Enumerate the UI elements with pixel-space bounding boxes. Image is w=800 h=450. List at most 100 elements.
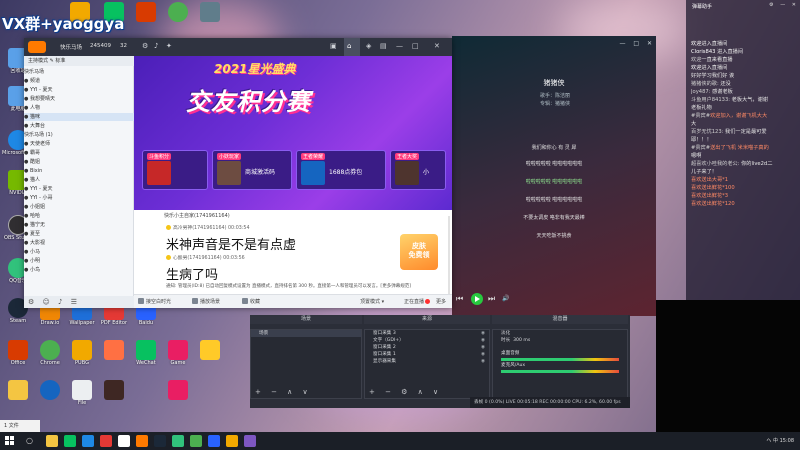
chat-scrollbar[interactable] (448, 216, 450, 296)
taskbar-douyu-icon[interactable] (136, 435, 148, 447)
visibility-eye-icon[interactable]: ◉ (481, 330, 485, 337)
reward-card[interactable]: 小妖玩家 商城激活码 (212, 150, 292, 190)
desktop-icon-chrome-2[interactable]: Chrome (34, 340, 66, 366)
channel-row[interactable]: ● 人物 (24, 104, 134, 112)
chat-settings-icon[interactable]: ⚙ (769, 2, 773, 8)
taskbar-search-icon[interactable]: ○ (26, 436, 33, 445)
small-window[interactable]: 1 文件 (0, 420, 40, 432)
gamepad-icon[interactable]: ◈ (366, 42, 371, 50)
music-minimize-button[interactable]: — (619, 40, 625, 47)
channel-row[interactable]: ● 夏至 (24, 230, 134, 238)
channel-row[interactable]: ● Bixin (24, 167, 134, 175)
taskbar-steam-icon[interactable] (154, 435, 166, 447)
pin-icon[interactable]: ✦ (166, 42, 172, 50)
channel-row[interactable]: ● 大影视 (24, 239, 134, 247)
desktop-icon-pdf-2[interactable] (98, 340, 130, 360)
channel-row[interactable]: ● 霸哥 (24, 149, 134, 157)
minimize-button[interactable]: — (396, 42, 403, 50)
channel-row[interactable]: ● YYI - 夏天 (24, 86, 134, 94)
desktop-icon-folder[interactable] (2, 380, 34, 400)
obs-source-item[interactable]: 显示器采集 ◉ (365, 358, 489, 365)
taskbar-explorer-icon[interactable] (46, 435, 58, 447)
channel-row[interactable]: ● YYI - 小哥 (24, 194, 134, 202)
taskbar-app-icon[interactable] (244, 435, 256, 447)
channel-row[interactable]: ● 酷姐 (24, 158, 134, 166)
reward-card[interactable]: 斗鱼积分 (142, 150, 208, 190)
share-button[interactable]: 接空白时光 (138, 298, 171, 305)
desktop-icon-file-2[interactable]: File (66, 380, 98, 406)
system-tray[interactable]: ヘ 中 15:08 (766, 437, 794, 444)
channel-row[interactable]: ● 猫人 (24, 176, 134, 184)
desktop-icon-file[interactable] (194, 2, 226, 22)
obs-mixer-desktop-audio[interactable]: 桌面音频 (493, 350, 627, 357)
mode-button[interactable]: 顶置模式 ▾ (360, 298, 384, 305)
taskbar-qqmusic-icon[interactable] (172, 435, 184, 447)
obs-source-item[interactable]: 文字（GDI+） ◉ (365, 337, 489, 344)
settings-icon[interactable]: ⚙ (142, 42, 148, 50)
play-button[interactable] (471, 293, 483, 305)
taskbar-game-icon[interactable] (226, 435, 238, 447)
volume-icon[interactable]: 🔊 (502, 295, 509, 302)
prev-track-button[interactable]: ⏮ (456, 294, 463, 304)
desktop-icon-game-2[interactable]: Game (162, 340, 194, 366)
scene-button[interactable]: 播放场景 (192, 298, 220, 305)
desktop-icon-pubg[interactable]: PUBG (66, 340, 98, 366)
obs-scene-item[interactable]: 场景 (251, 330, 361, 337)
channel-toolbar[interactable]: 主持模式 ✎ 标准 (24, 56, 134, 66)
channel-row[interactable]: ● 小马 (24, 248, 134, 256)
taskbar-browser-icon[interactable] (208, 435, 220, 447)
video-icon[interactable]: ▣ (330, 42, 337, 50)
chat-minimize-button[interactable]: — (780, 2, 785, 8)
channel-row[interactable]: ● 哈哈 (24, 212, 134, 220)
obs-scene-tools[interactable]: + − ∧ ∨ (255, 388, 312, 396)
taskbar-edge-icon[interactable] (82, 435, 94, 447)
visibility-eye-icon[interactable]: ◉ (481, 344, 485, 351)
channel-row[interactable]: ● 我想要晴天 (24, 95, 134, 103)
channel-row[interactable]: ● 小鸟 (24, 266, 134, 274)
music-close-button[interactable]: ✕ (647, 40, 652, 47)
visibility-eye-icon[interactable]: ◉ (481, 337, 485, 344)
home-tab[interactable]: ⌂ (344, 38, 360, 56)
desktop-icon-wechat-2[interactable]: WeChat (130, 340, 162, 366)
chat-close-button[interactable]: ✕ (792, 2, 796, 8)
reward-card[interactable]: 王者荣耀 1688点券包 (296, 150, 386, 190)
start-button[interactable] (5, 436, 15, 446)
obs-source-item[interactable]: 窗口采集 3 ◉ (365, 330, 489, 337)
visibility-eye-icon[interactable]: ◉ (481, 358, 485, 365)
channel-row[interactable]: ● 大舞台 (24, 122, 134, 130)
maximize-button[interactable]: □ (412, 42, 419, 50)
taskbar-app-icon[interactable] (100, 435, 112, 447)
channel-row[interactable]: ● 天使老师 (24, 140, 134, 148)
desktop-icon-game-3[interactable] (98, 380, 130, 400)
channel-row[interactable]: 快乐马场 (24, 68, 134, 76)
next-track-button[interactable]: ⏭ (488, 294, 495, 304)
mic-icon[interactable]: ♪ (154, 42, 158, 50)
desktop-icon-app[interactable] (194, 340, 226, 360)
channel-row[interactable]: ● 小明 (24, 257, 134, 265)
desktop-icon-app-2[interactable] (162, 380, 194, 400)
skin-promo-button[interactable]: 皮肤 免费领 (400, 234, 438, 270)
collect-button[interactable]: 收藏 (242, 298, 260, 305)
obs-mixer-mic[interactable]: 麦克风/Aux (493, 362, 627, 369)
obs-transition-duration[interactable]: 时长 300 ms (493, 337, 627, 344)
obs-source-item[interactable]: 窗口采集 1 ◉ (365, 351, 489, 358)
channel-row[interactable]: ● 猫咪 (24, 113, 134, 121)
obs-source-item[interactable]: 窗口采集 2 ◉ (365, 344, 489, 351)
live-status[interactable]: 正在直播 (404, 298, 431, 305)
more-button[interactable]: 更多 (436, 298, 446, 305)
reward-card[interactable]: 王者大奖 小 (390, 150, 446, 190)
desktop-icon-office-2[interactable]: Office (2, 340, 34, 366)
taskbar-chrome-icon[interactable] (190, 435, 202, 447)
close-button[interactable]: ✕ (434, 42, 440, 50)
desktop-icon-office[interactable] (130, 2, 162, 22)
event-banner[interactable]: 2021星光盛典 交友积分赛 斗鱼积分 小妖玩家 商城激活码 王者荣耀 1688… (134, 56, 452, 210)
taskbar-obs-icon[interactable] (118, 435, 130, 447)
desktop-icon-browser[interactable] (34, 380, 66, 400)
visibility-eye-icon[interactable]: ◉ (481, 351, 485, 358)
channel-row[interactable]: ● YYI - 夏天 (24, 185, 134, 193)
obs-transition-type[interactable]: 淡化 (493, 330, 627, 337)
channel-bottom-tools[interactable]: ⚙ ☺ ♪ ☰ (24, 296, 134, 308)
channel-row[interactable]: ● 猫宁无 (24, 221, 134, 229)
channel-row[interactable]: ● 小姐姐 (24, 203, 134, 211)
obs-source-tools[interactable]: + − ⚙ ∧ ∨ (369, 388, 442, 396)
